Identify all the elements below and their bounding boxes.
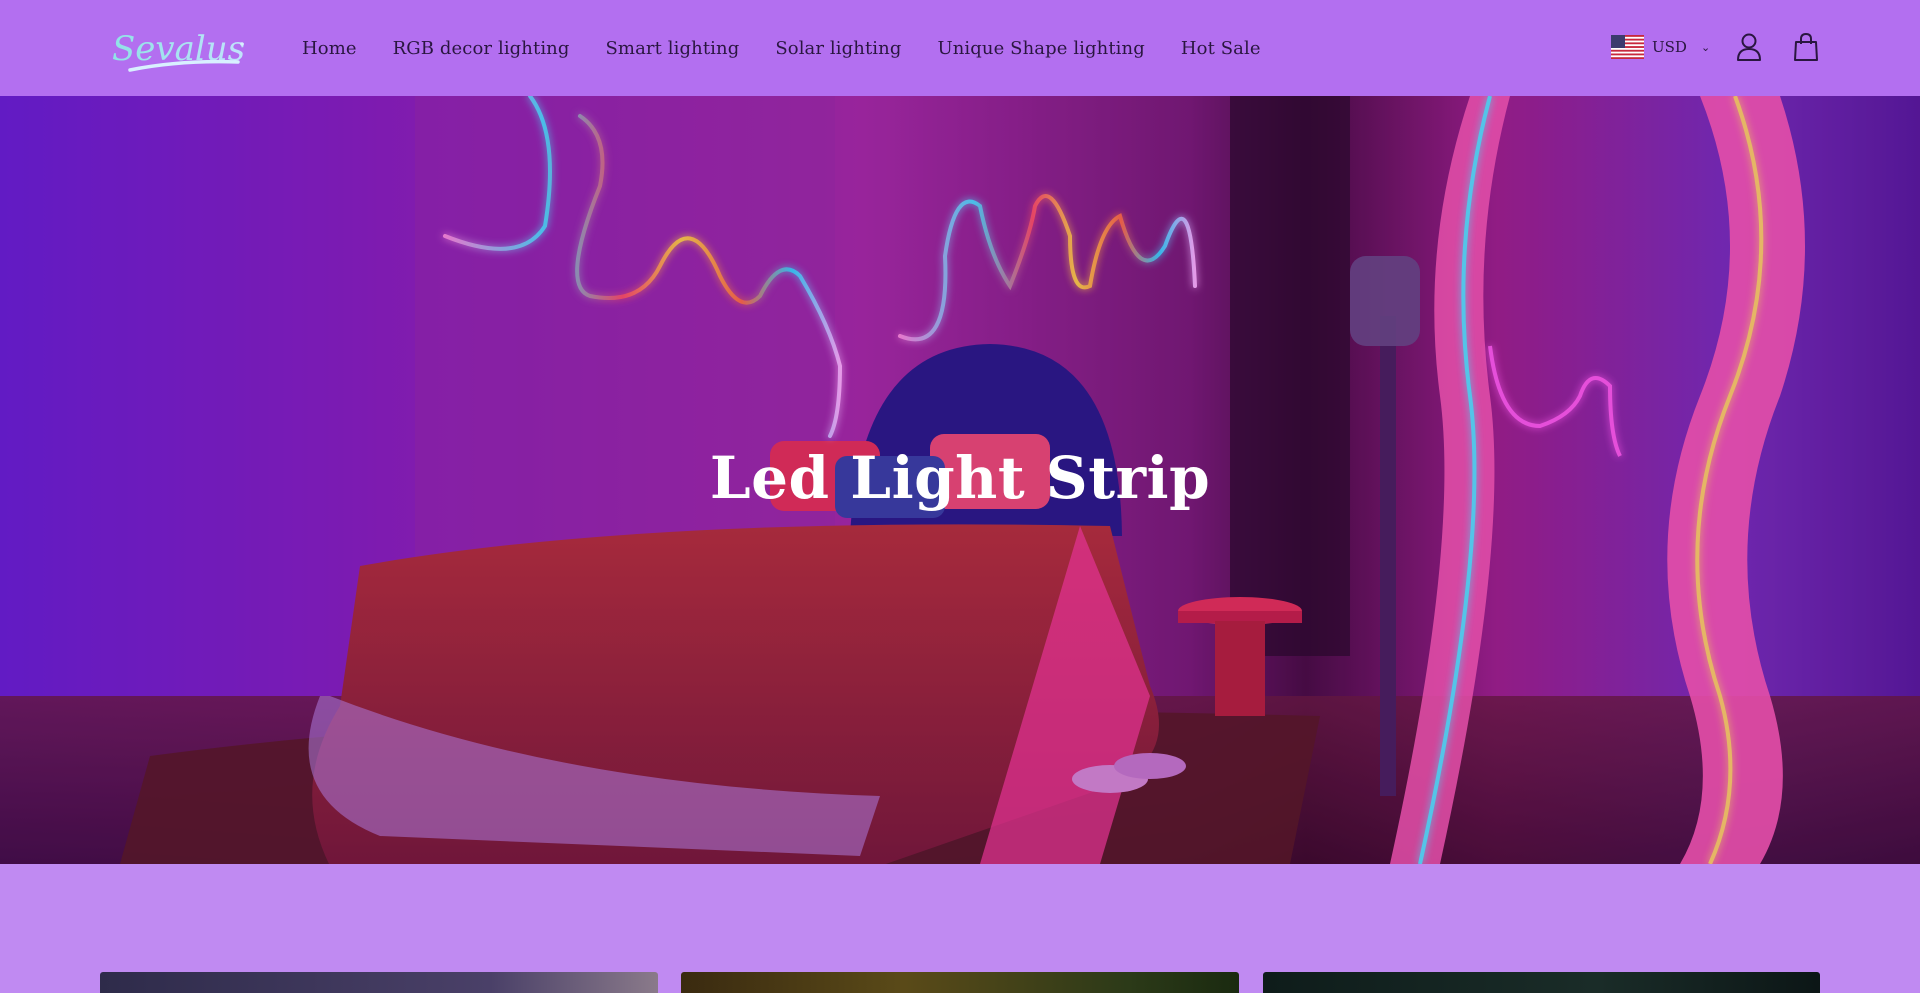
us-flag-icon [1611,35,1644,59]
logo-wordmark-icon: Sevaluse [112,29,265,72]
collection-card[interactable] [1263,972,1820,993]
nav-item-rgb-decor-lighting[interactable]: RGB decor lighting [393,38,570,59]
nav-item-home[interactable]: Home [302,38,357,59]
shopping-bag-icon [1794,32,1818,61]
nav-item-solar-lighting[interactable]: Solar lighting [775,38,901,59]
nav-item-unique-shape-lighting[interactable]: Unique Shape lighting [937,38,1144,59]
hero-title: Led Light Strip [709,444,1211,512]
currency-selector[interactable]: USD ⌄ [1611,34,1710,60]
cart-button[interactable] [1792,32,1820,62]
collection-cards [0,972,1920,993]
collection-card[interactable] [681,972,1239,993]
nav-item-smart-lighting[interactable]: Smart lighting [606,38,740,59]
chevron-down-icon: ⌄ [1700,40,1711,54]
user-icon [1737,33,1761,61]
currency-code: USD [1652,38,1687,56]
brand-logo[interactable]: Sevaluse [110,22,265,78]
collection-card[interactable] [100,972,658,993]
account-button[interactable] [1735,32,1763,62]
hero-banner[interactable]: Led Light Strip [0,96,1920,864]
nav-item-hot-sale[interactable]: Hot Sale [1181,38,1261,59]
site-header: Sevaluse Home RGB decor lighting Smart l… [0,0,1920,96]
main-nav: Home RGB decor lighting Smart lighting S… [302,0,1297,96]
